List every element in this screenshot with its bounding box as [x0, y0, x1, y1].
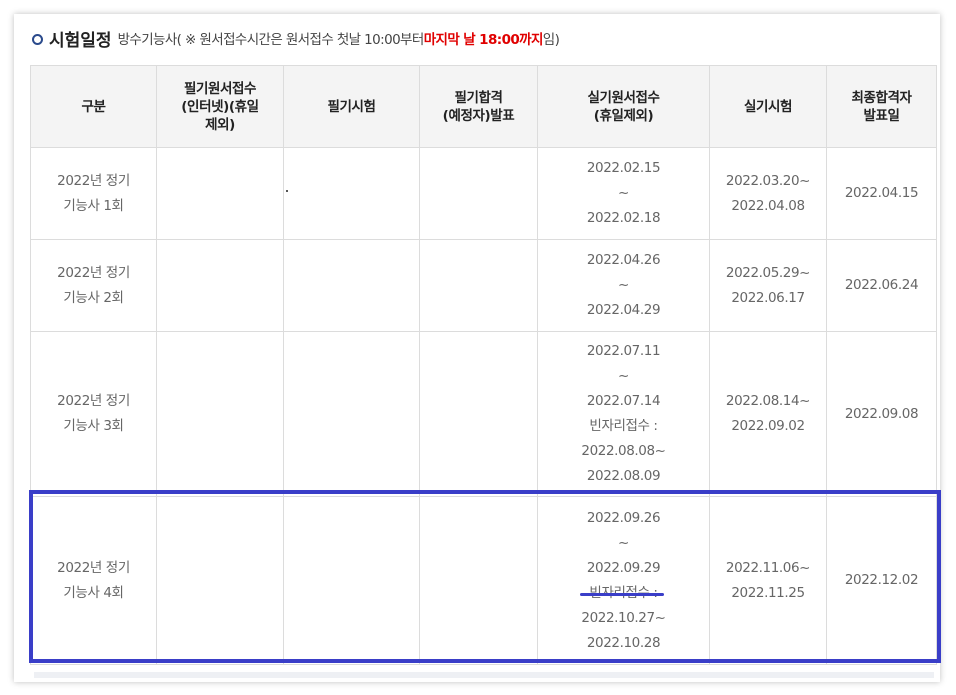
col-header-written-exam: 필기시험 — [283, 65, 420, 148]
cell-practical-apply: 2022.09.26~2022.09.29빈자리접수 :2022.10.27~2… — [537, 496, 710, 665]
cell-written-apply — [156, 331, 284, 497]
heading-note-deadline: 마지막 날 18:00까지 — [423, 32, 544, 48]
cell-session: 2022년 정기 기능사 3회 — [30, 331, 157, 497]
cell-final: 2022.09.08 — [826, 331, 937, 497]
section-heading: 시험일정 방수기능사( ※ 원서접수시간은 원서접수 첫날 10:00부터 마지… — [32, 26, 560, 51]
table-header-row: 구분 필기원서접수 (인터넷)(휴일 제외) 필기시험 필기합격 (예정자)발표 실기… — [30, 65, 937, 148]
cell-written-exam — [283, 147, 420, 240]
section-title: 시험일정 — [49, 30, 112, 51]
cell-written-result — [419, 331, 538, 497]
cell-session: 2022년 정기 기능사 2회 — [30, 239, 157, 332]
col-header-written-result: 필기합격 (예정자)발표 — [419, 65, 538, 148]
cell-written-exam — [283, 331, 420, 497]
table-row: 2022년 정기 기능사 1회 2022.02.15 ~2022.02.18 202… — [30, 147, 937, 240]
heading-note: 방수기능사( ※ 원서접수시간은 원서접수 첫날 10:00부터 — [117, 32, 425, 48]
schedule-panel: 시험일정 방수기능사( ※ 원서접수시간은 원서접수 첫날 10:00부터 마지… — [14, 14, 941, 682]
cell-practical-exam: 2022.08.14~ 2022.09.02 — [709, 331, 827, 497]
circle-bullet-icon — [32, 33, 43, 45]
schedule-table: 구분 필기원서접수 (인터넷)(휴일 제외) 필기시험 필기합격 (예정자)발표 실기… — [30, 65, 937, 665]
cell-practical-apply: 2022.02.15 ~2022.02.18 — [537, 147, 710, 240]
heading-note-end: 임) — [542, 32, 560, 48]
cell-practical-exam: 2022.05.29~ 2022.06.17 — [709, 239, 827, 332]
bottom-divider — [34, 672, 934, 678]
cell-written-result — [419, 147, 538, 240]
table-row-highlighted: 2022년 정기기능사 4회 2022.09.26~2022.09.29빈자리접… — [30, 496, 937, 665]
cell-written-apply — [156, 239, 284, 332]
cell-final: 2022.06.24 — [826, 239, 937, 332]
cell-written-exam — [283, 239, 420, 332]
cell-session: 2022년 정기 기능사 4회 — [30, 496, 157, 665]
cell-practical-exam: 2022.11.06~ 2022.11.25 — [709, 496, 827, 665]
col-header-practical-apply: 실기원서접수 (휴일제외) — [537, 65, 710, 148]
col-header-written-apply: 필기원서접수 (인터넷)(휴일 제외) — [156, 65, 284, 148]
col-header-final: 최종합격자 발표일 — [826, 65, 937, 148]
vacancy-underline — [580, 593, 664, 596]
cell-written-exam — [283, 496, 420, 665]
table-row: 2022년 정기 기능사 3회 2022.07.11 ~2022.07.14 빈자리접… — [30, 331, 937, 497]
cell-final: 2022.12.02 — [826, 496, 937, 665]
cell-written-apply — [156, 496, 284, 665]
cell-practical-apply: 2022.07.11 ~2022.07.14 빈자리접수 :2022.08.08~ 2… — [537, 331, 710, 497]
cell-written-result — [419, 239, 538, 332]
stray-dot — [286, 190, 288, 192]
col-header-practical-exam: 실기시험 — [709, 65, 827, 148]
cell-session: 2022년 정기 기능사 1회 — [30, 147, 157, 240]
cell-written-result — [419, 496, 538, 665]
cell-practical-exam: 2022.03.20~ 2022.04.08 — [709, 147, 827, 240]
col-header-session: 구분 — [30, 65, 157, 148]
table-row: 2022년 정기 기능사 2회 2022.04.26 ~2022.04.29 202… — [30, 239, 937, 332]
cell-practical-apply: 2022.04.26 ~2022.04.29 — [537, 239, 710, 332]
cell-final: 2022.04.15 — [826, 147, 937, 240]
cell-written-apply — [156, 147, 284, 240]
